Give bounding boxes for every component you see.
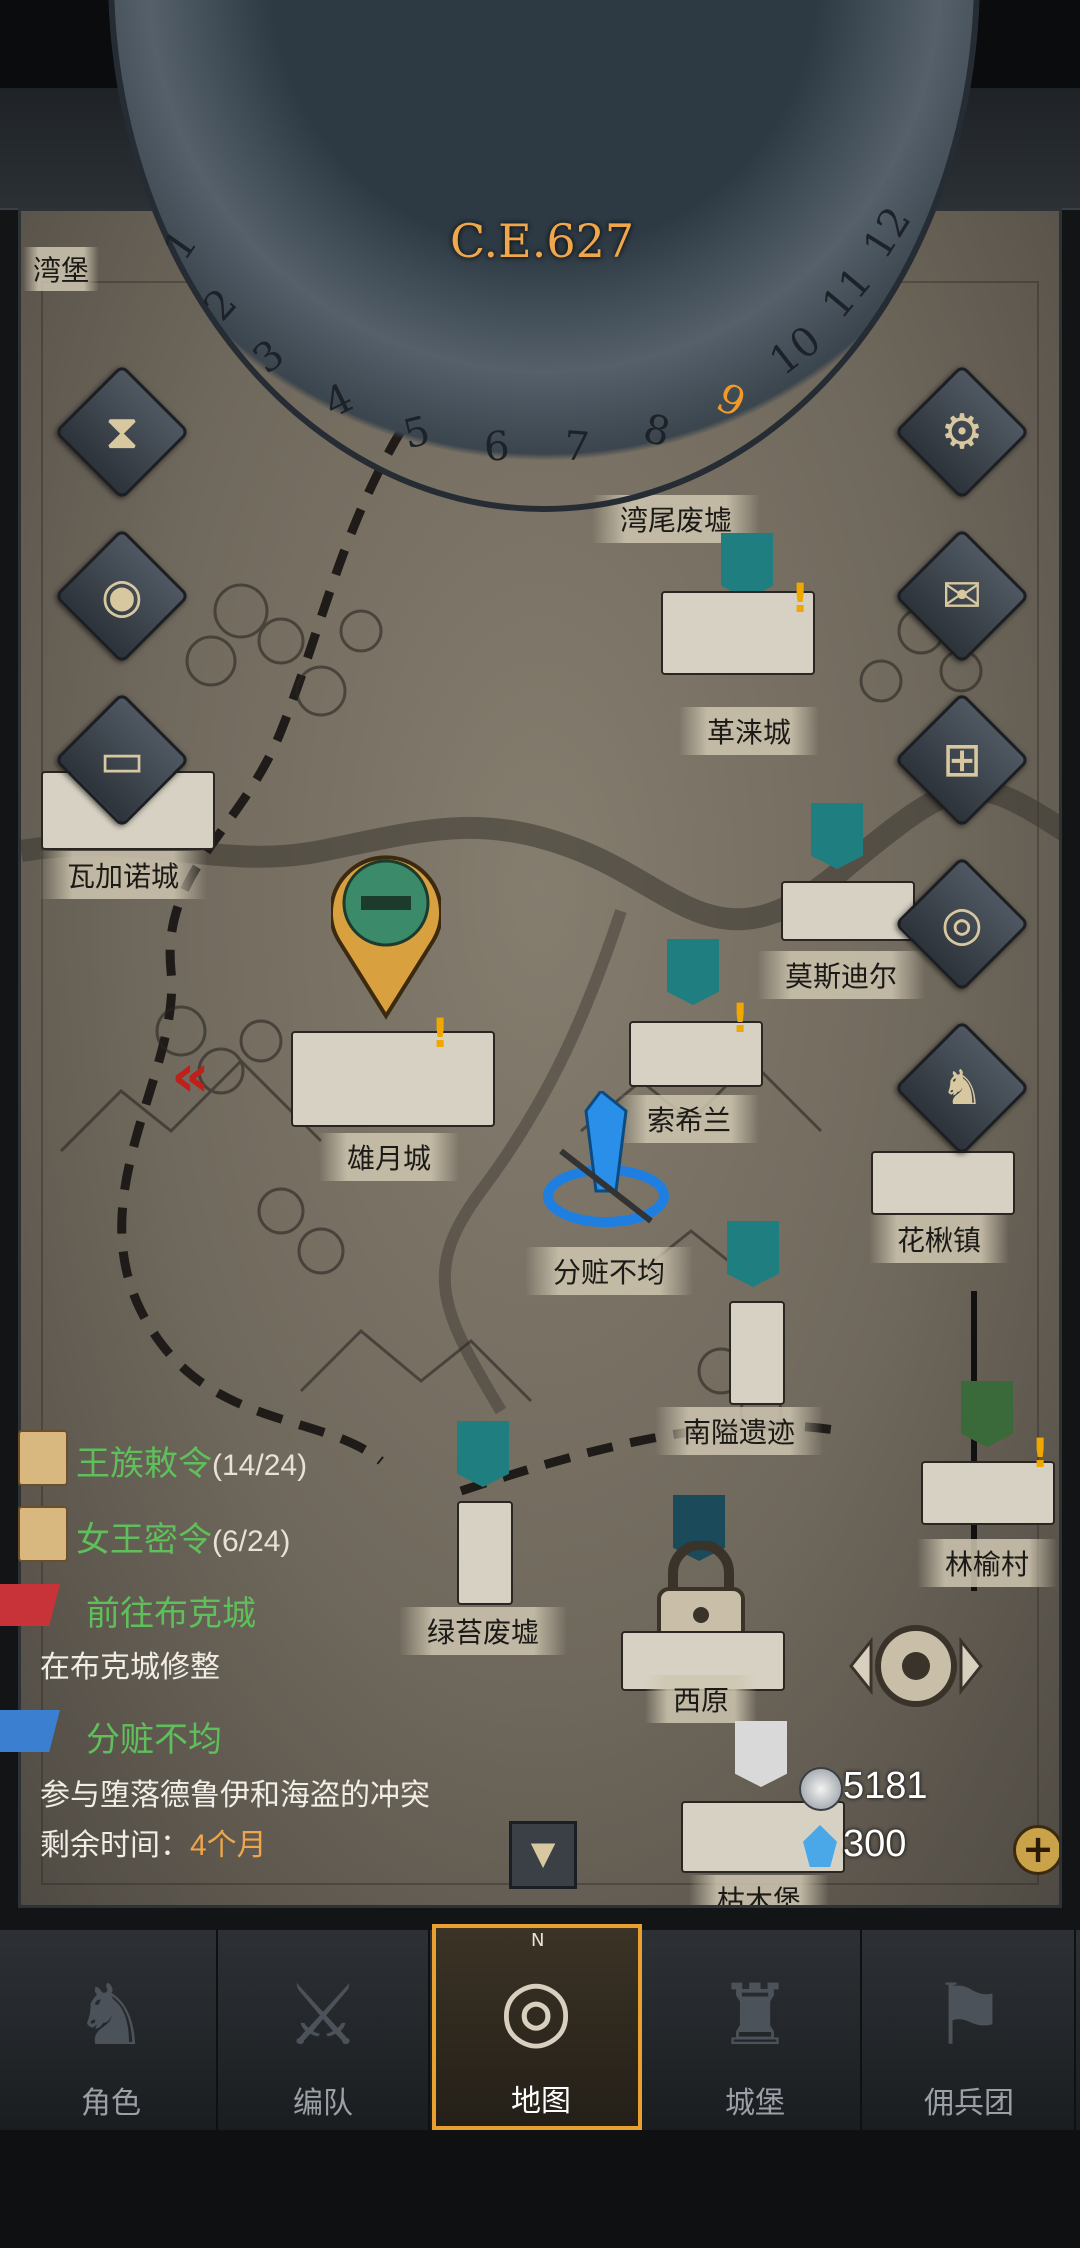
royal-decree-icon [18, 1430, 68, 1486]
tab-map[interactable]: N ◎ 地图 [432, 1924, 642, 2130]
window-icon: ⊞ [941, 732, 983, 788]
map-corner-label: 湾堡 [22, 247, 100, 291]
gear-icon: ⚙ [940, 404, 984, 460]
recenter-icon[interactable] [841, 1611, 991, 1721]
silver-icon [799, 1767, 843, 1811]
mission2-time-prefix: 剩余时间： [40, 1829, 190, 1862]
queen-decree-label: 女王密令 [76, 1521, 212, 1559]
town-icon[interactable] [781, 881, 915, 941]
location-wajianuo[interactable]: 瓦加诺城 [38, 851, 208, 899]
mission2-time-value: 4个月 [190, 1829, 267, 1862]
mission2-desc: 参与堕落德鲁伊和海盗的冲突 [40, 1779, 430, 1812]
player-marker-icon[interactable] [331, 841, 441, 1021]
retreat-arrow-icon[interactable]: « [171, 1041, 210, 1111]
tab-mercenary[interactable]: ⚑ 佣兵团 [864, 1930, 1076, 2130]
banner-flag [721, 533, 773, 599]
tab-formation[interactable]: ⚔ 编队 [218, 1930, 430, 2130]
banner-flag [961, 1381, 1013, 1447]
tower-icon[interactable] [729, 1301, 785, 1405]
alert-icon: ! [431, 1011, 450, 1057]
location-huaqiu[interactable]: 花楸镇 [868, 1215, 1010, 1263]
tab-label: 地图 [511, 2085, 571, 2118]
collapse-panel-button[interactable]: ▼ [509, 1821, 577, 1889]
location-nanyi[interactable]: 南隘遗迹 [654, 1407, 824, 1455]
mail-icon: ✉ [941, 568, 983, 624]
castle-icon[interactable] [291, 1031, 495, 1127]
tab-label: 城堡 [725, 2087, 785, 2120]
tab-character[interactable]: ♞ 角色 [6, 1930, 218, 2130]
mission1-desc: 在布克城修整 [40, 1651, 220, 1684]
royal-decree-progress: (14/24) [212, 1449, 308, 1482]
banner-flag [727, 1221, 779, 1287]
alert-icon: ! [1031, 1431, 1050, 1477]
compass-icon: ◎ [499, 1960, 573, 2058]
alert-icon: ! [731, 996, 750, 1042]
scroll-icon: ▭ [99, 732, 145, 788]
mission2-title[interactable]: 分赃不均 [86, 1712, 222, 1761]
royal-decree-entry[interactable]: 王族敕令(14/24) [76, 1436, 307, 1485]
add-resource-button[interactable]: + [1013, 1825, 1059, 1875]
location-lvtai[interactable]: 绿苔废墟 [398, 1607, 568, 1655]
town-icon[interactable] [871, 1151, 1015, 1215]
location-xiyuan[interactable]: 西原 [644, 1675, 758, 1723]
location-lintou[interactable]: 林榆村 [916, 1539, 1058, 1587]
mercenary-icon: ⚑ [931, 1966, 1007, 2064]
tab-label: 编队 [293, 2087, 353, 2120]
character-icon: ♞ [73, 1966, 149, 2064]
calendar-year: C.E.627 [450, 214, 635, 268]
bottom-tab-bar: ♞ 角色 ⚔ 编队 N ◎ 地图 ♜ 城堡 ⚑ 佣兵团 [0, 1924, 1080, 2130]
royal-decree-label: 王族敕令 [76, 1445, 212, 1483]
knight-icon: ♞ [940, 1060, 984, 1116]
compass-n: N [531, 1930, 545, 1951]
month-6: 6 [482, 423, 512, 471]
queen-decree-icon [18, 1506, 68, 1562]
event-fenzang[interactable]: 分赃不均 [524, 1247, 694, 1295]
tab-label: 佣兵团 [924, 2087, 1014, 2120]
banner-flag [811, 803, 863, 869]
month-7: 7 [562, 423, 592, 471]
tab-castle[interactable]: ♜ 城堡 [650, 1930, 862, 2130]
coin-icon: ◎ [941, 896, 983, 952]
mission2-time: 剩余时间：4个月 [40, 1820, 267, 1864]
banner-flag [667, 939, 719, 1005]
location-xiongyue[interactable]: 雄月城 [318, 1133, 460, 1181]
hourglass-icon: ⧗ [105, 403, 139, 460]
silver-amount: 5181 [843, 1765, 928, 1807]
castle-tab-icon: ♜ [717, 1966, 793, 2064]
banner-flag [457, 1421, 509, 1487]
queen-decree-entry[interactable]: 女王密令(6/24) [76, 1512, 290, 1561]
tab-label: 角色 [81, 2087, 141, 2120]
bag-icon: ◉ [101, 568, 143, 624]
tower-icon[interactable] [457, 1501, 513, 1605]
alert-icon: ! [791, 576, 810, 622]
crystal-amount: 300 [843, 1823, 907, 1865]
location-gelai[interactable]: 革涞城 [678, 707, 820, 755]
mission1-title[interactable]: 前往布克城 [86, 1586, 256, 1635]
location-kumu[interactable]: 枯木堡 [688, 1875, 830, 1905]
nav-bar [0, 2130, 1080, 2248]
banner-flag [735, 1721, 787, 1787]
battle-event-icon[interactable] [541, 1091, 671, 1231]
queen-decree-progress: (6/24) [212, 1525, 291, 1558]
location-mosidier[interactable]: 莫斯迪尔 [756, 951, 926, 999]
formation-icon: ⚔ [285, 1966, 361, 2064]
